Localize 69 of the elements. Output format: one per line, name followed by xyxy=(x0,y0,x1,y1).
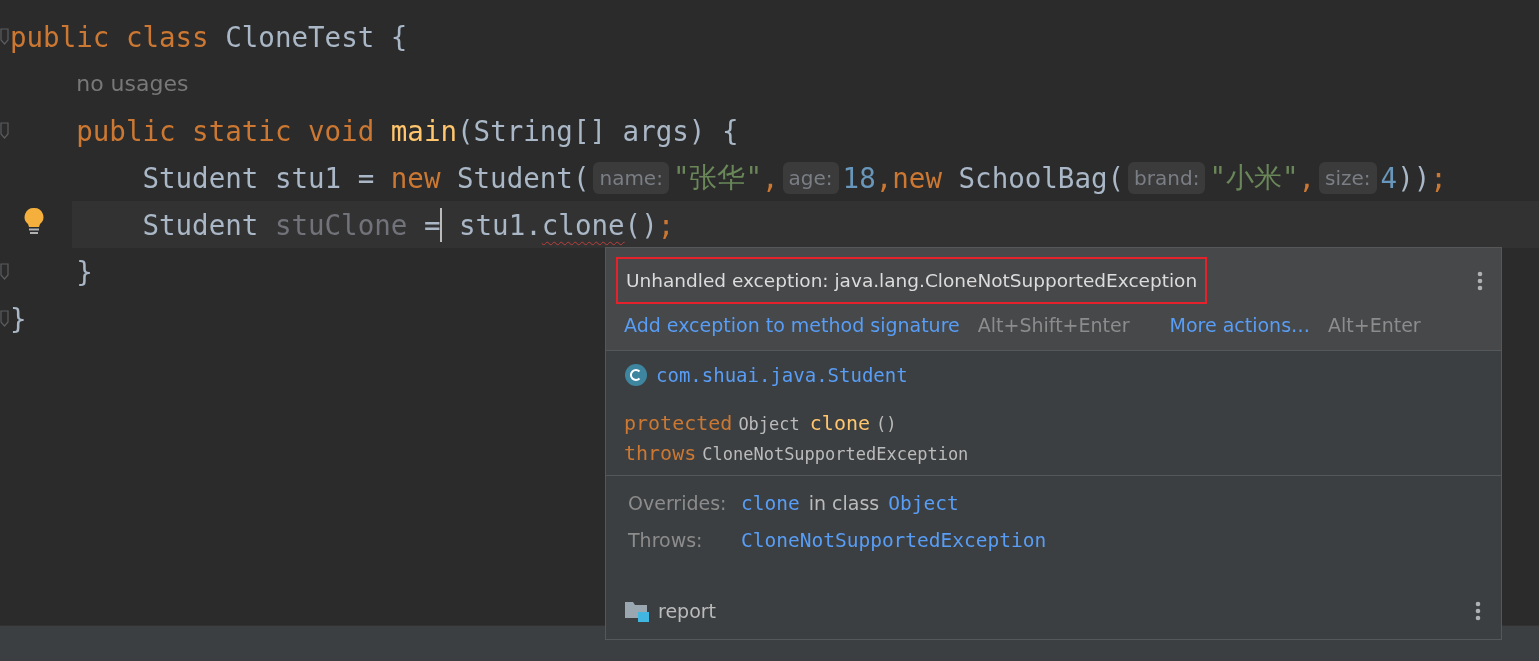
code-text: () xyxy=(624,208,658,241)
keyword: , xyxy=(762,161,779,194)
doc-label: Throws: xyxy=(628,529,704,551)
method-name: clone xyxy=(809,411,870,435)
number-literal: 4 xyxy=(1380,161,1398,194)
module-folder-icon xyxy=(624,599,650,623)
type-name: () xyxy=(876,414,897,434)
code-text: CloneTest xyxy=(225,20,375,53)
keyword: , xyxy=(875,161,893,194)
keyword: protected xyxy=(624,411,733,435)
doc-label: Overrides: xyxy=(628,492,728,514)
quick-fix-link[interactable]: More actions… xyxy=(1169,314,1311,336)
quick-fix-link[interactable]: Add exception to method signature xyxy=(624,314,960,336)
code-text: = xyxy=(423,208,441,241)
string-literal: "张华" xyxy=(672,159,763,195)
keyword: class xyxy=(125,20,209,53)
fold-marker-icon[interactable] xyxy=(0,309,9,328)
usages-hint[interactable]: no usages xyxy=(76,71,189,96)
keyword: , xyxy=(1298,161,1316,194)
more-options-icon[interactable] xyxy=(1477,270,1483,291)
method-name: main xyxy=(390,114,457,147)
more-options-icon[interactable] xyxy=(1475,601,1481,621)
doc-text: in class xyxy=(808,492,880,514)
keyword: void xyxy=(308,114,375,147)
code-text: )) xyxy=(1397,161,1431,194)
code-text: Student xyxy=(142,161,259,194)
type-name: CloneNotSupportedException xyxy=(702,444,969,464)
parameter-hint: age: xyxy=(782,161,839,194)
fold-marker-icon[interactable] xyxy=(0,121,9,140)
shortcut-hint: Alt+Enter xyxy=(1328,314,1421,336)
doc-link[interactable]: clone xyxy=(741,492,800,515)
keyword: new xyxy=(892,161,942,194)
code-text: Student( xyxy=(457,161,590,194)
parameter-hint: name: xyxy=(593,161,669,194)
code-text: stu1 xyxy=(274,161,342,194)
code-text: SchoolBag( xyxy=(958,161,1125,194)
error-message: Unhandled exception: java.lang.CloneNotSupportedException xyxy=(616,257,1208,304)
parameter-hint: size: xyxy=(1319,161,1377,194)
code-text: } xyxy=(10,302,27,335)
code-text: { xyxy=(721,114,739,147)
type-name: Object xyxy=(738,414,800,434)
doc-link[interactable]: Object xyxy=(888,492,959,515)
code-text: { xyxy=(390,20,408,53)
fold-marker-icon[interactable] xyxy=(0,27,9,46)
shortcut-hint: Alt+Shift+Enter xyxy=(977,314,1130,336)
keyword: new xyxy=(390,161,441,194)
keyword: public xyxy=(76,114,176,147)
code-text: (String[] xyxy=(457,114,607,147)
unused-variable: stuClone xyxy=(274,208,408,241)
keyword: ; xyxy=(1430,161,1447,194)
lightbulb-icon[interactable] xyxy=(23,207,45,235)
keyword: ; xyxy=(657,208,675,241)
number-literal: 18 xyxy=(842,161,876,194)
code-text: stu1. xyxy=(459,208,542,241)
parameter-hint: brand: xyxy=(1128,161,1206,194)
code-text: args) xyxy=(622,114,706,147)
keyword: public xyxy=(10,20,110,53)
fold-marker-icon[interactable] xyxy=(0,262,9,281)
module-name: report xyxy=(658,600,717,622)
code-text: Student xyxy=(142,208,259,241)
string-literal: "小米" xyxy=(1209,159,1299,195)
code-text: = xyxy=(357,161,375,194)
code-text: } xyxy=(76,255,93,288)
keyword: static xyxy=(192,114,292,147)
keyword: throws xyxy=(624,441,697,465)
class-icon xyxy=(624,363,648,387)
doc-link[interactable]: CloneNotSupportedException xyxy=(741,529,1047,552)
error-code-text: clone xyxy=(541,208,625,241)
class-name-link[interactable]: com.shuai.java.Student xyxy=(656,364,908,386)
